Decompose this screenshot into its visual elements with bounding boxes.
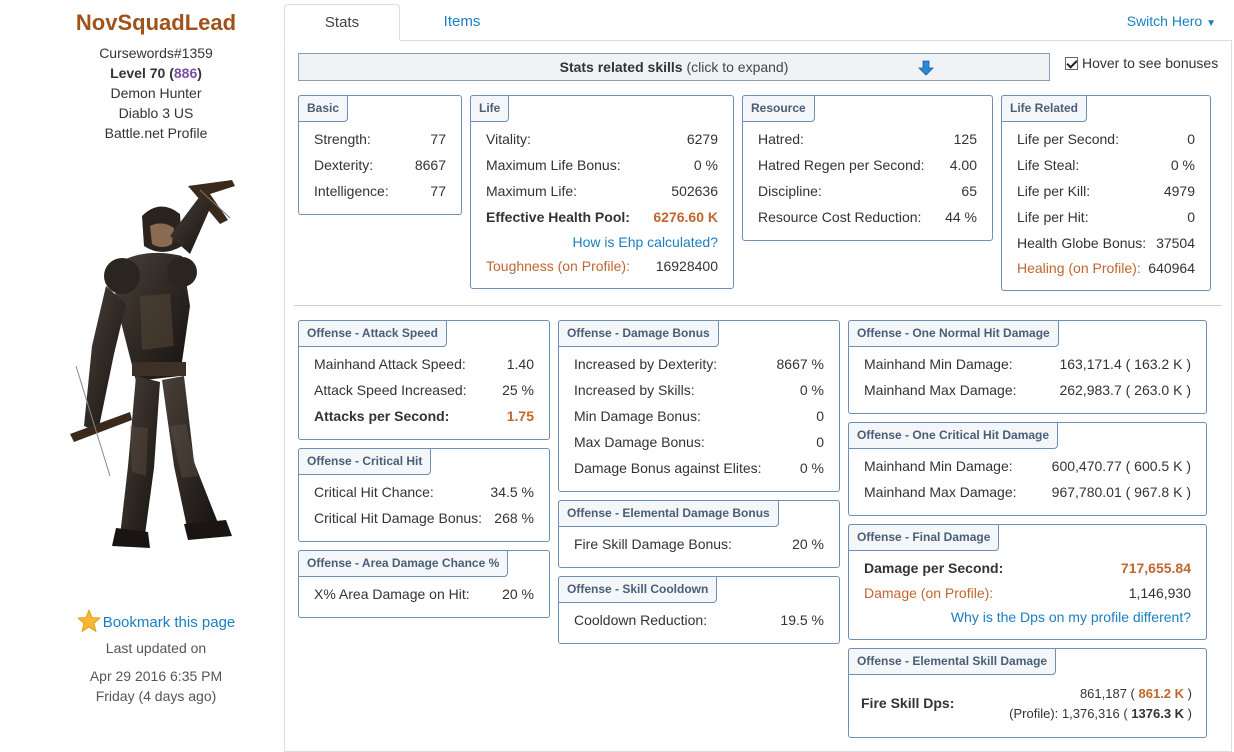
stat-row-attacks-per-second: Attacks per Second: 1.75 (314, 408, 534, 424)
stat-row-ehp: Effective Health Pool: 6276.60 K (486, 209, 718, 225)
stat-row: Critical Hit Chance: 34.5 % (314, 484, 534, 500)
battletag: Cursewords#1359 (99, 45, 213, 61)
stat-row: Life Steal: 0 % (1017, 157, 1195, 173)
panel-title: Offense - Area Damage Chance % (298, 550, 509, 577)
stat-row: Strength: 77 (314, 131, 446, 147)
ehp-calculation-link[interactable]: How is Ehp calculated? (572, 234, 718, 250)
section-divider (294, 305, 1222, 306)
stat-row: Health Globe Bonus: 37504 (1017, 235, 1195, 251)
stat-row: Vitality: 6279 (486, 131, 718, 147)
panel-title: Offense - Skill Cooldown (558, 576, 718, 603)
panel-title: Offense - Elemental Damage Bonus (558, 500, 779, 527)
panel-basic: Basic Strength: 77 Dexterity: 8667 Intelli… (298, 95, 462, 215)
fire-skill-dps-profile: (Profile): 1,376,316 ( 1376.3 K ) (1009, 706, 1192, 721)
stat-row: Increased by Dexterity: 8667 % (574, 356, 824, 372)
panel-area-damage: Offense - Area Damage Chance % X% Area D… (298, 550, 550, 618)
stat-row-dps: Damage per Second: 717,655.84 (864, 560, 1191, 576)
hero-region: Diablo 3 US (118, 105, 194, 121)
panel-skill-cooldown: Offense - Skill Cooldown Cooldown Reduct… (558, 576, 840, 644)
stat-row: Mainhand Max Damage: 967,780.01 ( 967.8 K… (864, 484, 1191, 500)
hero-portrait-image (70, 180, 235, 548)
stat-row-profile-damage: Damage (on Profile): 1,146,930 (864, 585, 1191, 601)
battlenet-profile-link[interactable]: Battle.net Profile (0, 125, 312, 141)
stat-row: Life per Kill: 4979 (1017, 183, 1195, 199)
panel-critical-hit-damage: Offense - One Critical Hit Damage Mainha… (848, 422, 1207, 516)
stat-row: Min Damage Bonus: 0 (574, 408, 824, 424)
stat-row: Mainhand Max Damage: 262,983.7 ( 263.0 K … (864, 382, 1191, 398)
panel-title: Offense - Critical Hit (298, 448, 432, 475)
hero-name: NovSquadLead (75, 10, 237, 35)
panel-title: Resource (742, 95, 815, 122)
stat-row: Discipline: 65 (758, 183, 977, 199)
stat-row: Hatred: 125 (758, 131, 977, 147)
stat-row: Attack Speed Increased: 25 % (314, 382, 534, 398)
stat-row-healing: Healing (on Profile): 640964 (1017, 260, 1195, 276)
panel-life: Life Vitality: 6279 Maximum Life Bonus: 0 … (470, 95, 734, 289)
stats-related-skills-expand[interactable]: Stats related skills (click to expand) (298, 53, 1050, 81)
panel-title: Basic (298, 95, 349, 122)
stat-row: Fire Skill Damage Bonus: 20 % (574, 536, 824, 552)
last-updated-relative: Friday (4 days ago) (95, 688, 217, 704)
star-icon (76, 608, 101, 633)
panel-title: Offense - One Critical Hit Damage (848, 422, 1059, 449)
panel-title: Offense - Elemental Skill Damage (848, 648, 1057, 675)
stat-row: Life per Second: 0 (1017, 131, 1195, 147)
panel-elemental-damage-bonus: Offense - Elemental Damage Bonus Fire Sk… (558, 500, 840, 568)
last-updated-label: Last updated on (105, 640, 207, 656)
panel-title: Offense - Attack Speed (298, 320, 447, 347)
panel-critical-hit: Offense - Critical Hit Critical Hit Chan… (298, 448, 550, 542)
caret-down-icon: ▼ (1206, 18, 1216, 29)
panel-resource: Resource Hatred: 125 Hatred Regen per Sec… (742, 95, 993, 241)
panel-life-related: Life Related Life per Second: 0 Life Stea… (1001, 95, 1211, 291)
paragon-level: 886 (173, 65, 198, 81)
stat-row: Hatred Regen per Second: 4.00 (758, 157, 977, 173)
panel-elemental-skill-damage: Offense - Elemental Skill Damage Fire Sk… (848, 648, 1207, 738)
stat-row: Mainhand Attack Speed: 1.40 (314, 356, 534, 372)
stat-row-toughness: Toughness (on Profile): 16928400 (486, 258, 718, 274)
stat-row: Cooldown Reduction: 19.5 % (574, 612, 824, 628)
stat-row: X% Area Damage on Hit: 20 % (314, 586, 534, 602)
arrow-down-icon (918, 60, 934, 76)
checkbox-checked-icon[interactable] (1065, 57, 1078, 70)
stat-row: Mainhand Min Damage: 163,171.4 ( 163.2 K … (864, 356, 1191, 372)
stat-row: Maximum Life Bonus: 0 % (486, 157, 718, 173)
panel-title: Offense - Damage Bonus (558, 320, 719, 347)
panel-damage-bonus: Offense - Damage Bonus Increased by Dext… (558, 320, 840, 492)
tab-stats[interactable]: Stats (284, 4, 400, 41)
panel-normal-hit-damage: Offense - One Normal Hit Damage Mainhand… (848, 320, 1207, 414)
stat-row: Dexterity: 8667 (314, 157, 446, 173)
bookmark-row[interactable]: Bookmark this page (0, 608, 312, 633)
stat-row: Mainhand Min Damage: 600,470.77 ( 600.5 K… (864, 458, 1191, 474)
stat-row: Maximum Life: 502636 (486, 183, 718, 199)
last-updated-date: Apr 29 2016 6:35 PM (89, 668, 223, 684)
panel-title: Life (470, 95, 510, 122)
bookmark-link[interactable]: Bookmark this page (103, 614, 236, 631)
dps-difference-link[interactable]: Why is the Dps on my profile different? (951, 609, 1191, 625)
stat-row: Increased by Skills: 0 % (574, 382, 824, 398)
hero-level: Level 70 (886) (110, 65, 202, 81)
switch-hero-dropdown[interactable]: Switch Hero ▼ (1127, 13, 1216, 29)
fire-skill-dps-label: Fire Skill Dps: (861, 695, 955, 711)
stat-row: Max Damage Bonus: 0 (574, 434, 824, 450)
panel-final-damage: Offense - Final Damage Damage per Second… (848, 524, 1207, 640)
panel-attack-speed: Offense - Attack Speed Mainhand Attack S… (298, 320, 550, 440)
stat-row: Critical Hit Damage Bonus: 268 % (314, 510, 534, 526)
hero-sidebar: NovSquadLead Cursewords#1359 Level 70 (8… (0, 0, 284, 750)
stat-row: Resource Cost Reduction: 44 % (758, 209, 977, 225)
tab-items[interactable]: Items (408, 4, 516, 41)
hero-class: Demon Hunter (110, 85, 202, 101)
panel-title: Offense - Final Damage (848, 524, 1000, 551)
stat-row: Intelligence: 77 (314, 183, 446, 199)
panel-title: Life Related (1001, 95, 1088, 122)
stat-row: Damage Bonus against Elites: 0 % (574, 460, 824, 476)
stat-row: Life per Hit: 0 (1017, 209, 1195, 225)
hover-bonuses-toggle[interactable]: Hover to see bonuses (1065, 55, 1218, 71)
panel-title: Offense - One Normal Hit Damage (848, 320, 1059, 347)
fire-skill-dps-value: 861,187 ( 861.2 K ) (1079, 686, 1192, 701)
